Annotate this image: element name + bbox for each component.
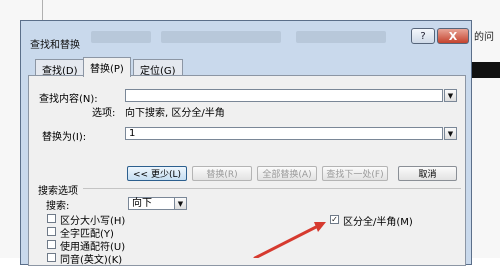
annotation-arrow [253, 222, 326, 258]
arrow-shaft [253, 224, 320, 258]
tab-replace[interactable]: 替换(P) [83, 57, 131, 77]
